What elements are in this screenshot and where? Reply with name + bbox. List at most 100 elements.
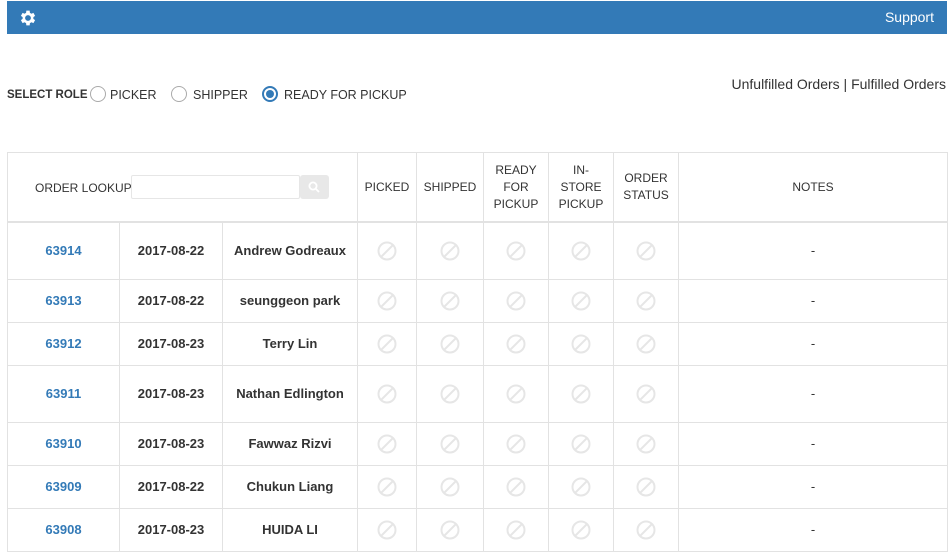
not-available-icon[interactable] (506, 477, 526, 497)
gear-icon[interactable] (18, 8, 38, 28)
radio-label-ready-for-pickup[interactable]: READY FOR PICKUP (284, 88, 407, 102)
not-available-icon[interactable] (440, 334, 460, 354)
table-row: 63908 2017-08-23 HUIDA LI - (7, 507, 948, 552)
order-number-link[interactable]: 63911 (7, 364, 120, 423)
not-available-icon[interactable] (440, 434, 460, 454)
table-header-row: ORDER LOOKUP PICKED SHIPPED READY FOR PI… (7, 152, 948, 223)
link-separator: | (843, 76, 848, 92)
not-available-icon[interactable] (377, 241, 397, 261)
status-cell-in-store-pickup (548, 421, 614, 466)
not-available-icon[interactable] (506, 291, 526, 311)
radio-picker[interactable] (90, 86, 106, 102)
not-available-icon[interactable] (571, 291, 591, 311)
unfulfilled-orders-link[interactable]: Unfulfilled Orders (732, 76, 840, 92)
column-header-notes: NOTES (678, 152, 948, 223)
not-available-icon[interactable] (636, 291, 656, 311)
not-available-icon[interactable] (636, 434, 656, 454)
notes-cell: - (678, 464, 948, 509)
not-available-icon[interactable] (636, 334, 656, 354)
support-link[interactable]: Support (885, 9, 934, 25)
status-cell-picked (357, 364, 417, 423)
status-cell-ready-for-pickup (483, 421, 549, 466)
status-cell-ready-for-pickup (483, 507, 549, 552)
not-available-icon[interactable] (571, 520, 591, 540)
customer-name: Nathan Edlington (222, 364, 358, 423)
order-number-link[interactable]: 63914 (7, 221, 120, 280)
customer-name: Andrew Godreaux (222, 221, 358, 280)
not-available-icon[interactable] (506, 520, 526, 540)
not-available-icon[interactable] (636, 241, 656, 261)
not-available-icon[interactable] (571, 241, 591, 261)
table-row: 63910 2017-08-23 Fawwaz Rizvi - (7, 421, 948, 466)
not-available-icon[interactable] (571, 384, 591, 404)
not-available-icon[interactable] (506, 434, 526, 454)
table-row: 63909 2017-08-22 Chukun Liang - (7, 464, 948, 509)
status-cell-ready-for-pickup (483, 278, 549, 323)
notes-cell: - (678, 221, 948, 280)
order-date: 2017-08-22 (119, 221, 223, 280)
not-available-icon[interactable] (377, 520, 397, 540)
top-header-bar: Support (7, 1, 947, 34)
status-cell-shipped (416, 364, 484, 423)
not-available-icon[interactable] (636, 384, 656, 404)
table-row: 63914 2017-08-22 Andrew Godreaux - (7, 221, 948, 280)
not-available-icon[interactable] (440, 477, 460, 497)
order-number-link[interactable]: 63912 (7, 321, 120, 366)
order-number-link[interactable]: 63909 (7, 464, 120, 509)
search-icon (308, 181, 320, 193)
status-cell-picked (357, 421, 417, 466)
status-cell-ready-for-pickup (483, 364, 549, 423)
column-header-text: READY (495, 162, 537, 177)
radio-label-picker[interactable]: PICKER (110, 88, 157, 102)
role-label: SELECT ROLE : (7, 89, 95, 101)
not-available-icon[interactable] (571, 434, 591, 454)
not-available-icon[interactable] (440, 291, 460, 311)
column-header-text: STORE (560, 179, 602, 194)
notes-cell: - (678, 421, 948, 466)
status-cell-shipped (416, 507, 484, 552)
fulfilled-orders-link[interactable]: Fulfilled Orders (851, 76, 946, 92)
not-available-icon[interactable] (377, 291, 397, 311)
not-available-icon[interactable] (636, 520, 656, 540)
not-available-icon[interactable] (636, 477, 656, 497)
status-cell-picked (357, 321, 417, 366)
not-available-icon[interactable] (440, 520, 460, 540)
search-button[interactable] (300, 175, 329, 199)
status-cell-shipped (416, 321, 484, 366)
status-cell-shipped (416, 221, 484, 280)
column-header-in-store-pickup: IN- STORE PICKUP (548, 152, 614, 223)
order-lookup-label: ORDER LOOKUP (35, 181, 132, 195)
not-available-icon[interactable] (506, 241, 526, 261)
not-available-icon[interactable] (377, 477, 397, 497)
not-available-icon[interactable] (377, 434, 397, 454)
customer-name: HUIDA LI (222, 507, 358, 552)
radio-ready-for-pickup[interactable] (262, 86, 278, 102)
not-available-icon[interactable] (440, 384, 460, 404)
column-header-text: IN- (573, 162, 589, 177)
order-number-link[interactable]: 63910 (7, 421, 120, 466)
customer-name: seunggeon park (222, 278, 358, 323)
not-available-icon[interactable] (571, 334, 591, 354)
order-number-link[interactable]: 63908 (7, 507, 120, 552)
column-header-text: ORDER (624, 171, 668, 185)
order-date: 2017-08-23 (119, 421, 223, 466)
column-header-text: PICKUP (558, 196, 604, 211)
customer-name: Chukun Liang (222, 464, 358, 509)
not-available-icon[interactable] (377, 384, 397, 404)
customer-name: Fawwaz Rizvi (222, 421, 358, 466)
order-filter-links: Unfulfilled Orders | Fulfilled Orders (732, 76, 947, 92)
not-available-icon[interactable] (377, 334, 397, 354)
not-available-icon[interactable] (440, 241, 460, 261)
column-header-picked: PICKED (357, 152, 417, 223)
column-header-text: PICKUP (493, 196, 539, 211)
not-available-icon[interactable] (571, 477, 591, 497)
table-row: 63913 2017-08-22 seunggeon park - (7, 278, 948, 323)
not-available-icon[interactable] (506, 384, 526, 404)
not-available-icon[interactable] (506, 334, 526, 354)
radio-label-shipper[interactable]: SHIPPER (193, 88, 248, 102)
order-number-link[interactable]: 63913 (7, 278, 120, 323)
status-cell-in-store-pickup (548, 507, 614, 552)
order-lookup-input[interactable] (131, 175, 300, 199)
radio-shipper[interactable] (171, 86, 187, 102)
status-cell-in-store-pickup (548, 321, 614, 366)
